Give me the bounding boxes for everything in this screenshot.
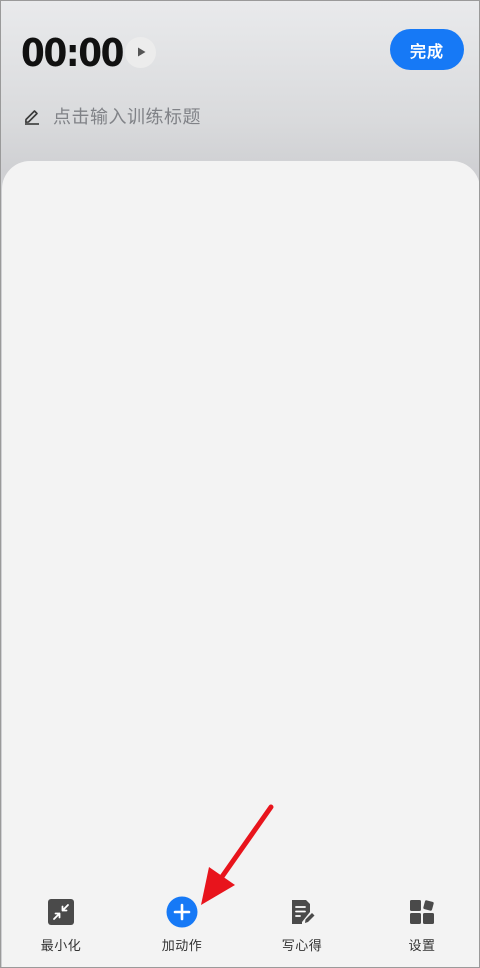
exercise-list-area bbox=[2, 161, 479, 967]
minimize-icon bbox=[45, 896, 77, 928]
nav-write-notes[interactable]: 写心得 bbox=[257, 896, 347, 954]
nav-add-exercise[interactable]: 加动作 bbox=[137, 896, 227, 954]
nav-settings-label: 设置 bbox=[408, 939, 436, 954]
done-button[interactable]: 完成 bbox=[390, 29, 464, 70]
nav-add-exercise-label: 加动作 bbox=[161, 939, 203, 954]
workout-title-input[interactable]: 点击输入训练标题 bbox=[23, 101, 201, 131]
notes-icon bbox=[286, 896, 318, 928]
workout-screen: 00:00 完成 点击输入训练标题 最小化 加动作 写心得 设置 bbox=[0, 0, 480, 968]
nav-write-notes-label: 写心得 bbox=[281, 939, 323, 954]
add-circle-icon bbox=[166, 896, 198, 928]
play-icon bbox=[135, 43, 147, 62]
pencil-icon bbox=[23, 107, 41, 125]
settings-icon bbox=[406, 896, 438, 928]
workout-timer: 00:00 bbox=[21, 31, 124, 75]
play-button[interactable] bbox=[125, 37, 156, 68]
nav-minimize[interactable]: 最小化 bbox=[16, 896, 106, 954]
nav-minimize-label: 最小化 bbox=[40, 939, 82, 954]
title-placeholder: 点击输入训练标题 bbox=[53, 107, 201, 128]
nav-settings[interactable]: 设置 bbox=[377, 896, 467, 954]
bottom-nav: 最小化 加动作 写心得 设置 bbox=[1, 896, 479, 967]
